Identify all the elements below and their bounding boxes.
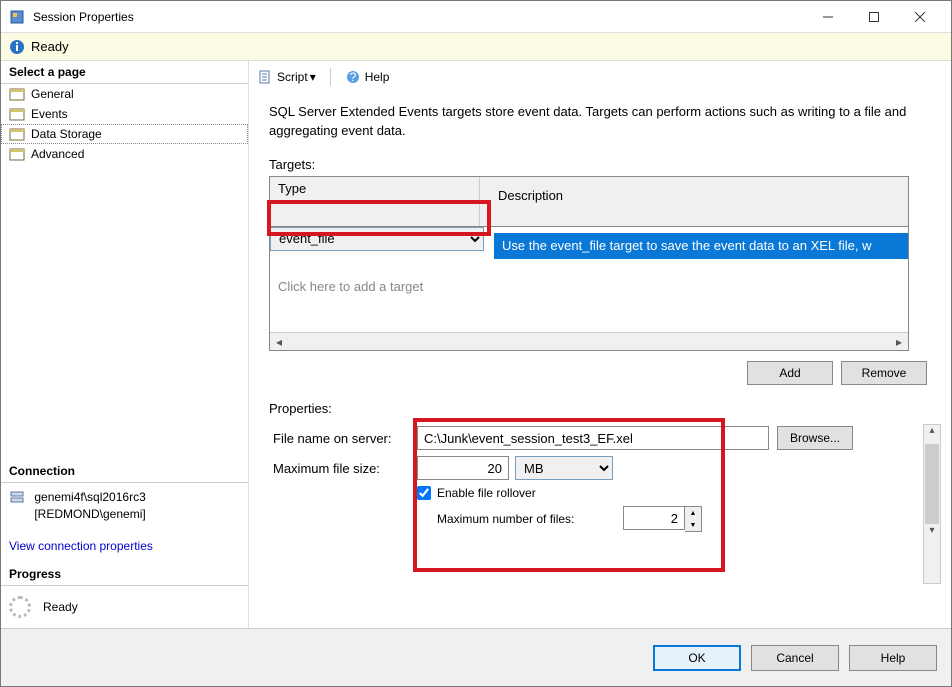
target-type-combo[interactable]: event_file xyxy=(270,227,484,251)
help-button[interactable]: ? Help xyxy=(341,67,394,87)
page-icon xyxy=(9,106,25,122)
progress-status: Ready xyxy=(1,586,248,628)
scroll-left-icon[interactable]: ◂ xyxy=(270,335,288,349)
maximize-button[interactable] xyxy=(851,1,897,33)
progress-header: Progress xyxy=(1,563,248,586)
connection-header: Connection xyxy=(1,460,248,483)
user-name: [REDMOND\genemi] xyxy=(34,507,145,521)
info-icon xyxy=(9,39,25,55)
help-icon: ? xyxy=(345,69,361,85)
scroll-right-icon[interactable]: ▸ xyxy=(890,335,908,349)
page-icon xyxy=(9,146,25,162)
col-type: Type xyxy=(270,177,480,226)
spinner-icon xyxy=(9,596,31,618)
dialog-button-bar: OK Cancel Help xyxy=(1,628,951,686)
scroll-thumb[interactable] xyxy=(925,444,939,524)
page-item-events[interactable]: Events xyxy=(1,104,248,124)
browse-button[interactable]: Browse... xyxy=(777,426,853,450)
left-panel: Select a page General Events Data Storag… xyxy=(1,61,249,628)
page-icon xyxy=(9,126,25,142)
page-label: Data Storage xyxy=(31,127,102,141)
script-button[interactable]: Script ▾ xyxy=(253,67,320,87)
target-description: Use the event_file target to save the ev… xyxy=(494,233,908,260)
properties-label: Properties: xyxy=(269,401,937,416)
content-panel: Script ▾ ? Help SQL Server Extended Even… xyxy=(249,61,951,628)
toolbar: Script ▾ ? Help xyxy=(249,61,951,93)
app-icon xyxy=(9,9,25,25)
maxfiles-stepper[interactable]: ▲ ▼ xyxy=(623,506,702,532)
status-band: Ready xyxy=(1,33,951,61)
status-text: Ready xyxy=(31,39,69,54)
page-item-data-storage[interactable]: Data Storage xyxy=(1,124,248,144)
chevron-down-icon: ▾ xyxy=(310,70,316,84)
step-down-icon[interactable]: ▼ xyxy=(685,519,701,531)
page-label: General xyxy=(31,87,74,101)
server-icon xyxy=(9,489,25,505)
script-label: Script xyxy=(277,70,308,84)
remove-button[interactable]: Remove xyxy=(841,361,927,385)
help-label: Help xyxy=(365,70,390,84)
ok-button[interactable]: OK xyxy=(653,645,741,671)
select-page-header: Select a page xyxy=(1,61,248,84)
page-label: Advanced xyxy=(31,147,84,161)
page-list: General Events Data Storage Advanced xyxy=(1,84,248,164)
add-button[interactable]: Add xyxy=(747,361,833,385)
scroll-down-icon[interactable]: ▾ xyxy=(924,525,940,543)
page-item-general[interactable]: General xyxy=(1,84,248,104)
toolbar-separator xyxy=(330,68,331,86)
maxfiles-label: Maximum number of files: xyxy=(437,512,623,526)
rollover-checkbox[interactable] xyxy=(417,486,431,500)
page-item-advanced[interactable]: Advanced xyxy=(1,144,248,164)
minimize-button[interactable] xyxy=(805,1,851,33)
progress-text: Ready xyxy=(43,600,78,614)
targets-label: Targets: xyxy=(269,157,937,172)
page-icon xyxy=(9,86,25,102)
connection-info: genemi4f\sql2016rc3 [REDMOND\genemi] xyxy=(1,483,248,529)
horizontal-scrollbar[interactable]: ◂ ▸ xyxy=(270,332,908,350)
cancel-button[interactable]: Cancel xyxy=(751,645,839,671)
svg-text:?: ? xyxy=(349,70,356,84)
targets-table: Type Description event_file Use the even… xyxy=(269,176,937,352)
maxfiles-input[interactable] xyxy=(623,506,685,530)
rollover-label: Enable file rollover xyxy=(437,486,536,500)
filename-label: File name on server: xyxy=(269,431,417,446)
help-button-bottom[interactable]: Help xyxy=(849,645,937,671)
target-row[interactable]: event_file Use the event_file target to … xyxy=(270,227,908,276)
scroll-up-icon[interactable]: ▴ xyxy=(924,425,940,443)
close-button[interactable] xyxy=(897,1,943,33)
col-description: Description xyxy=(490,183,908,210)
vertical-scrollbar[interactable]: ▴ ▾ xyxy=(923,424,941,584)
titlebar: Session Properties xyxy=(1,1,951,33)
script-icon xyxy=(257,69,273,85)
window-title: Session Properties xyxy=(33,10,805,24)
add-target-placeholder[interactable]: Click here to add a target xyxy=(270,275,908,298)
step-up-icon[interactable]: ▲ xyxy=(685,507,701,519)
intro-text: SQL Server Extended Events targets store… xyxy=(269,103,937,141)
filename-input[interactable] xyxy=(417,426,769,450)
page-label: Events xyxy=(31,107,68,121)
server-name: genemi4f\sql2016rc3 xyxy=(34,490,145,504)
size-unit-combo[interactable]: MB xyxy=(515,456,613,480)
maxsize-label: Maximum file size: xyxy=(269,461,417,476)
view-connection-link[interactable]: View connection properties xyxy=(9,539,153,553)
maxsize-input[interactable] xyxy=(417,456,509,480)
